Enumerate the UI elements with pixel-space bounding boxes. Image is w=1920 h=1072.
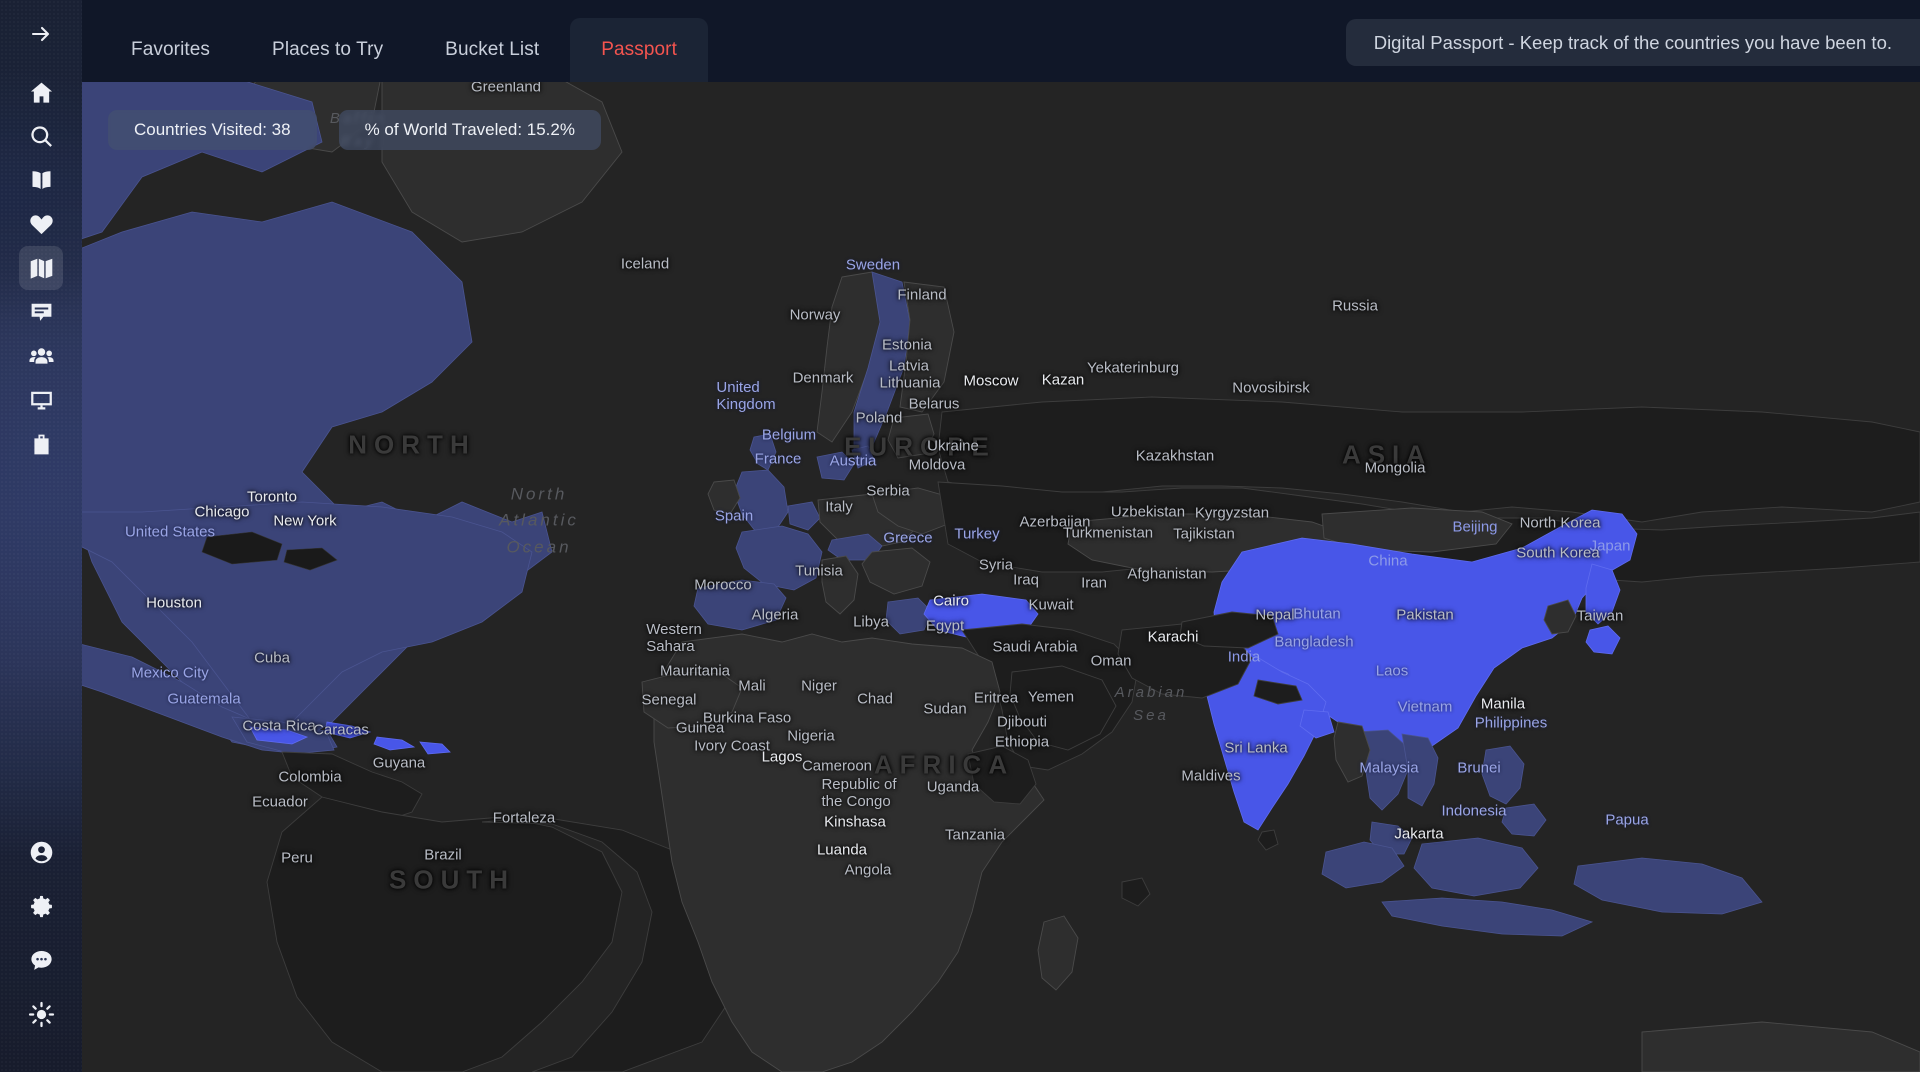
header-banner: Digital Passport - Keep track of the cou… xyxy=(1345,19,1920,66)
tab-bar: Favorites Places to Try Bucket List Pass… xyxy=(82,0,708,82)
sidebar-item-favorites[interactable] xyxy=(19,202,63,246)
tab-bucket-list[interactable]: Bucket List xyxy=(414,18,570,82)
sidebar-item-desktop[interactable] xyxy=(19,378,63,422)
left-sidebar xyxy=(0,0,82,1072)
sidebar-item-map[interactable] xyxy=(19,246,63,290)
main-content: Favorites Places to Try Bucket List Pass… xyxy=(82,0,1920,1072)
tab-favorites[interactable]: Favorites xyxy=(100,18,241,82)
map-canvas[interactable] xyxy=(82,82,1920,1072)
sidebar-item-profile[interactable] xyxy=(19,830,63,874)
home-icon xyxy=(28,79,55,106)
sidebar-item-settings[interactable] xyxy=(19,884,63,928)
sidebar-item-trips[interactable] xyxy=(19,422,63,466)
map-icon xyxy=(28,255,55,282)
tab-places-to-try[interactable]: Places to Try xyxy=(241,18,414,82)
app-root: Favorites Places to Try Bucket List Pass… xyxy=(0,0,1920,1072)
people-icon xyxy=(28,343,55,370)
tab-passport[interactable]: Passport xyxy=(570,18,708,82)
heart-icon xyxy=(28,211,55,238)
world-map[interactable]: ASIA EUROPE AFRICA SOUTH NORTH North Atlantic O… xyxy=(82,82,1920,1072)
sidebar-item-messages[interactable] xyxy=(19,290,63,334)
world-traveled-chip[interactable]: % of World Traveled: 15.2% xyxy=(338,110,601,150)
message-icon xyxy=(28,299,55,326)
monitor-icon xyxy=(28,387,55,414)
sidebar-item-home[interactable] xyxy=(19,70,63,114)
chat-dots-icon xyxy=(28,947,55,974)
user-circle-icon xyxy=(28,839,55,866)
stats-bar: Countries Visited: 38 % of World Travele… xyxy=(108,110,601,150)
sidebar-item-community[interactable] xyxy=(19,334,63,378)
expand-sidebar-button[interactable] xyxy=(19,12,63,56)
search-icon xyxy=(28,123,55,150)
bag-icon xyxy=(28,431,55,458)
sidebar-item-guides[interactable] xyxy=(19,158,63,202)
countries-visited-chip[interactable]: Countries Visited: 38 xyxy=(108,110,317,150)
sun-icon xyxy=(28,1001,55,1028)
sidebar-bottom-group xyxy=(19,830,63,1072)
sidebar-item-support[interactable] xyxy=(19,938,63,982)
sidebar-item-search[interactable] xyxy=(19,114,63,158)
book-icon xyxy=(28,167,55,194)
arrow-right-icon xyxy=(29,22,53,46)
gear-icon xyxy=(28,893,55,920)
top-header: Favorites Places to Try Bucket List Pass… xyxy=(82,0,1920,82)
sidebar-item-theme[interactable] xyxy=(19,992,63,1036)
